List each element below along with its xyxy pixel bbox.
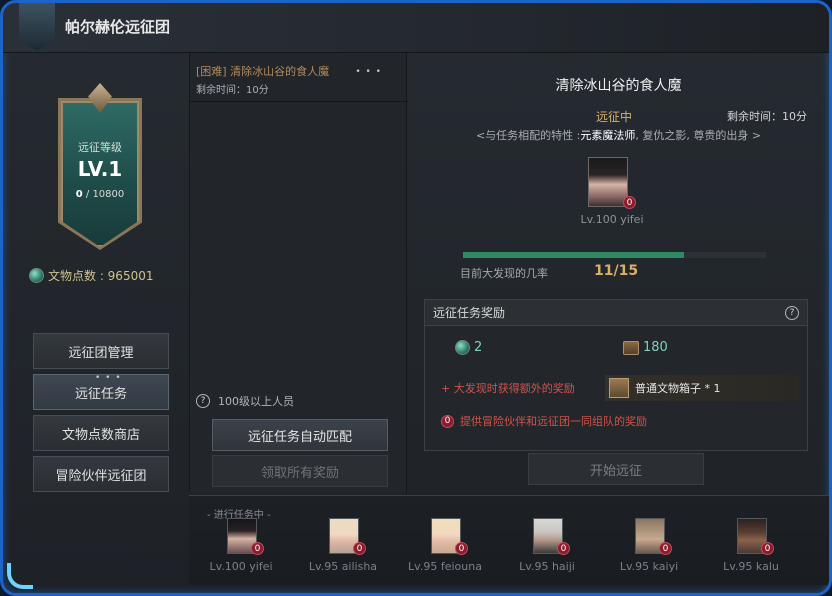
bonus-discovery-text: + 大发现时获得额外的奖励 [441,382,575,395]
ongoing-quests-strip: - 进行任务中 - 0 Lv.100 yifei 0 Lv.95 ailisha… [189,495,829,585]
level-requirement-note: ? 100级以上人员 [196,393,294,409]
reward-box: 远征任务奖励 ? 2 180 + 大发现时获得额外的奖励 普通文物箱子 * 1 … [424,299,808,451]
quest-title: 清除冰山谷的食人魔 [555,78,682,94]
nav-partner-expedition[interactable]: 冒险伙伴远征团 [33,456,169,492]
assigned-member-name: Lv.100 yifei [580,213,644,226]
ongoing-member[interactable]: 0 Lv.95 haiji [499,516,595,576]
party-count-badge: 0 [441,414,454,428]
left-sidebar: 远征等级 LV.1 0 / 10800 文物点数 : 965001 远征团管理 … [3,53,188,593]
active-indicator: • • • [95,373,122,383]
nav-expedition-quests[interactable]: • • • 远征任务 [33,373,169,410]
guild-emblem-icon [19,3,55,51]
bonus-item[interactable]: 普通文物箱子 * 1 [605,375,799,401]
level-label: 远征等级 [78,141,122,154]
start-expedition-button[interactable]: 开始远征 [528,453,704,485]
exp-chest-icon [623,340,639,355]
more-options-icon[interactable]: • • • [355,67,382,77]
claim-all-rewards-button[interactable]: 领取所有奖励 [212,455,388,487]
divider [190,101,408,102]
assigned-member[interactable]: 0 [588,157,636,209]
expedition-window: 帕尔赫伦远征团 远征等级 LV.1 0 / 10800 文物点数 : 96500… [0,0,832,596]
artifact-points: 文物点数 : 965001 [29,267,153,284]
quest-detail-panel: 清除冰山谷的食人魔 远征中 剩余时间：10分 <与任务相配的特性 :元素魔法师,… [408,53,829,493]
discovery-progress-bar [463,252,766,258]
remaining-time: 剩余时间：10分 [727,110,807,123]
artifact-orb-icon [29,268,44,283]
nav-expedition-management[interactable]: 远征团管理 [33,333,169,369]
artifact-box-icon [609,378,629,398]
artifact-points-label: 文物点数 : 965001 [48,269,154,283]
ongoing-member[interactable]: 0 Lv.95 feiouna [397,516,493,576]
ongoing-member[interactable]: 0 Lv.100 yifei [193,516,289,576]
nav-artifact-shop[interactable]: 文物点数商店 [33,415,169,451]
ongoing-member[interactable]: 0 Lv.95 kalu [703,516,799,576]
reward-exp: 180 [623,340,668,355]
title-bar: 帕尔赫伦远征团 [3,3,829,53]
trait-highlight: 元素魔法师 [580,129,636,142]
progress-fill [463,252,685,258]
help-icon[interactable]: ? [196,394,210,408]
help-icon[interactable]: ? [785,305,799,320]
member-count-badge: 0 [623,196,636,209]
quest-time: 剩余时间：10分 [196,85,269,96]
progress-value: 11/15 [594,263,639,279]
level-value: LV.1 [77,157,123,181]
window-title: 帕尔赫伦远征团 [65,18,171,36]
quest-list-panel: [困难] 清除冰山谷的食人魔 剩余时间：10分 • • • ? 100级以上人员… [189,53,408,493]
ongoing-member[interactable]: 0 Lv.95 ailisha [295,516,391,576]
artifact-orb-icon [455,340,470,355]
auto-match-button[interactable]: 远征任务自动匹配 [212,419,388,451]
reward-points: 2 [455,340,482,355]
quest-status: 远征中 [596,110,633,124]
progress-label: 目前大发现的几率 [460,267,548,280]
expedition-level-badge: 远征等级 LV.1 0 / 10800 [58,83,142,250]
level-exp: 0 / 10800 [75,189,125,200]
ongoing-member[interactable]: 0 Lv.95 kaiyi [601,516,697,576]
matching-traits: <与任务相配的特性 :元素魔法师, 复仇之影, 尊贵的出身 > [475,129,762,142]
party-bonus: 0 提供冒险伙伴和远征团一同组队的奖励 [441,413,647,429]
member-portrait [588,157,628,207]
reward-header: 远征任务奖励 ? [425,300,807,326]
